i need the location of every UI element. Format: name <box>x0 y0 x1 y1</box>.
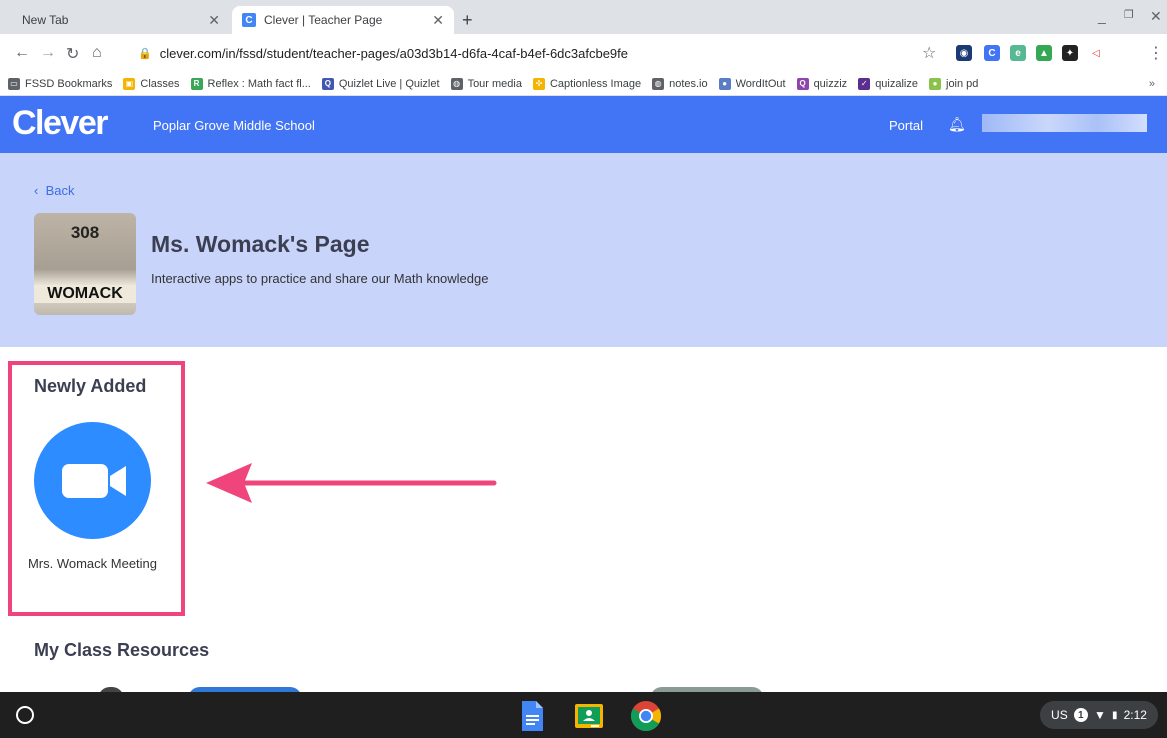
video-camera-icon <box>62 464 126 498</box>
bookmarks-bar: ▭ FSSD Bookmarks ▣ Classes R Reflex : Math fa… <box>0 72 1167 96</box>
pear-icon: ● <box>929 77 941 90</box>
home-icon[interactable]: ⌂ <box>92 44 102 62</box>
pinwheel-icon: ✣ <box>532 77 545 90</box>
portal-link[interactable]: Portal <box>889 118 923 133</box>
section-title-class-resources: My Class Resources <box>34 640 210 660</box>
close-tab-icon[interactable]: ✕ <box>432 12 444 29</box>
bookmark-item[interactable]: ✓ quizalize <box>858 77 918 90</box>
photo-nameplate: WOMACK <box>34 285 136 303</box>
classroom-icon: ▣ <box>123 77 136 90</box>
browser-toolbar: ← → ↻ ⌂ 🔒 clever.com/in/fssd/student/tea… <box>0 34 1167 72</box>
bookmark-label: Reflex : Math fact fl... <box>207 77 311 90</box>
bookmark-item[interactable]: Qquizziz <box>796 77 848 90</box>
bookmark-label: WordItOut <box>735 77 786 90</box>
bookmark-label: notes.io <box>669 77 708 90</box>
tab-new-tab[interactable]: New Tab ✕ <box>8 6 230 34</box>
more-bookmarks-icon[interactable]: » <box>1149 78 1155 90</box>
extension-icon[interactable]: ✦ <box>1062 45 1078 61</box>
bookmark-item[interactable]: ▣ Classes <box>123 77 180 90</box>
minimize-icon[interactable]: _ <box>1098 8 1106 24</box>
user-menu[interactable] <box>982 114 1147 132</box>
bookmark-label: FSSD Bookmarks <box>25 77 113 90</box>
app-label[interactable]: Mrs. Womack Meeting <box>22 556 163 572</box>
google-classroom-icon[interactable] <box>572 699 606 733</box>
quizizz-icon: Q <box>796 77 809 90</box>
clever-header: Clever Poplar Grove Middle School Portal… <box>0 96 1167 153</box>
bookmark-item[interactable]: ● join pd <box>929 77 979 90</box>
tab-strip: New Tab ✕ C Clever | Teacher Page ✕ + _ … <box>0 0 1167 34</box>
page-subtitle: Interactive apps to practice and share o… <box>151 271 489 286</box>
page-title: Ms. Womack's Page <box>151 231 370 257</box>
forward-arrow-icon[interactable]: → <box>40 44 56 62</box>
google-docs-icon[interactable] <box>515 699 549 733</box>
extension-icon[interactable]: e <box>1010 45 1026 61</box>
close-tab-icon[interactable]: ✕ <box>208 12 220 29</box>
chrome-icon[interactable] <box>629 699 663 733</box>
globe-icon: ◍ <box>652 77 665 90</box>
back-label: Back <box>45 183 75 198</box>
app-tile-zoom[interactable] <box>34 422 151 539</box>
notification-badge: 1 <box>1073 708 1088 722</box>
back-arrow-icon[interactable]: ← <box>14 44 30 62</box>
tab-title: Clever | Teacher Page <box>264 13 383 27</box>
bookmark-label: Quizlet Live | Quizlet <box>338 77 440 90</box>
extension-icon[interactable]: ◁ <box>1088 45 1104 61</box>
close-window-icon[interactable]: ✕ <box>1150 8 1162 25</box>
status-tray[interactable]: US 1 ▼ ▮ 2:12 <box>1040 701 1158 729</box>
teacher-avatar: 308 WOMACK <box>34 213 136 315</box>
tab-clever[interactable]: C Clever | Teacher Page ✕ <box>232 6 454 34</box>
restore-icon[interactable]: ❐ <box>1124 8 1134 21</box>
checkmark-icon: ✓ <box>858 77 871 90</box>
clever-extension-icon[interactable]: C <box>984 45 1000 61</box>
bell-icon[interactable]: 🔔︎ <box>948 116 966 133</box>
battery-icon: ▮ <box>1111 709 1118 721</box>
bookmark-label: Classes <box>140 77 180 90</box>
bookmark-item[interactable]: ▭ FSSD Bookmarks <box>8 77 113 90</box>
school-name: Poplar Grove Middle School <box>153 118 315 133</box>
wifi-icon: ▼ <box>1093 708 1106 722</box>
back-link[interactable]: ‹ Back <box>34 183 74 198</box>
clever-logo[interactable]: Clever <box>12 104 108 143</box>
menu-icon[interactable]: ⋮ <box>1148 43 1164 63</box>
bookmark-label: join pd <box>946 77 979 90</box>
locale-indicator: US <box>1051 708 1068 722</box>
bookmark-item[interactable]: ◍ notes.io <box>652 77 708 90</box>
wordle-icon: ● <box>718 77 731 90</box>
bookmark-item[interactable]: ● WordItOut <box>718 77 786 90</box>
folder-icon: ▭ <box>8 77 20 90</box>
bookmark-label: Tour media <box>467 77 522 90</box>
section-title-newly-added: Newly Added <box>34 376 147 396</box>
bookmark-item[interactable]: ✣ Captionless Image <box>532 77 642 90</box>
chromeos-shelf: US 1 ▼ ▮ 2:12 <box>0 692 1167 738</box>
photo-room-number: 308 <box>70 223 100 242</box>
bookmark-item[interactable]: Q Quizlet Live | Quizlet <box>321 77 440 90</box>
drive-extension-icon[interactable]: ▲ <box>1036 45 1052 61</box>
tab-title: New Tab <box>22 13 69 27</box>
annotation-arrow <box>206 463 497 503</box>
clever-favicon-icon: C <box>242 13 256 27</box>
bookmark-label: quizziz <box>813 77 848 90</box>
clock: 2:12 <box>1123 708 1147 722</box>
address-bar[interactable]: 🔒 clever.com/in/fssd/student/teacher-pag… <box>138 39 928 67</box>
bookmark-label: quizalize <box>875 77 918 90</box>
bookmark-star-icon[interactable]: ☆ <box>922 43 936 63</box>
new-tab-icon[interactable]: + <box>462 10 473 31</box>
bookmark-item[interactable]: R Reflex : Math fact fl... <box>190 77 311 90</box>
globe-icon: ◍ <box>450 77 463 90</box>
reflex-icon: R <box>190 77 203 90</box>
teacher-banner: ‹ Back 308 WOMACK Ms. Womack's Page Inte… <box>0 153 1167 347</box>
bookmark-item[interactable]: ◍ Tour media <box>450 77 522 90</box>
launcher-icon[interactable] <box>16 706 34 724</box>
extension-icon[interactable]: ◉ <box>956 45 972 61</box>
url-text: clever.com/in/fssd/student/teacher-pages… <box>159 45 629 61</box>
bookmark-label: Captionless Image <box>549 77 642 90</box>
quizlet-icon: Q <box>321 77 334 90</box>
reload-icon[interactable]: ↻ <box>66 44 79 64</box>
lock-icon: 🔒 <box>138 47 152 60</box>
